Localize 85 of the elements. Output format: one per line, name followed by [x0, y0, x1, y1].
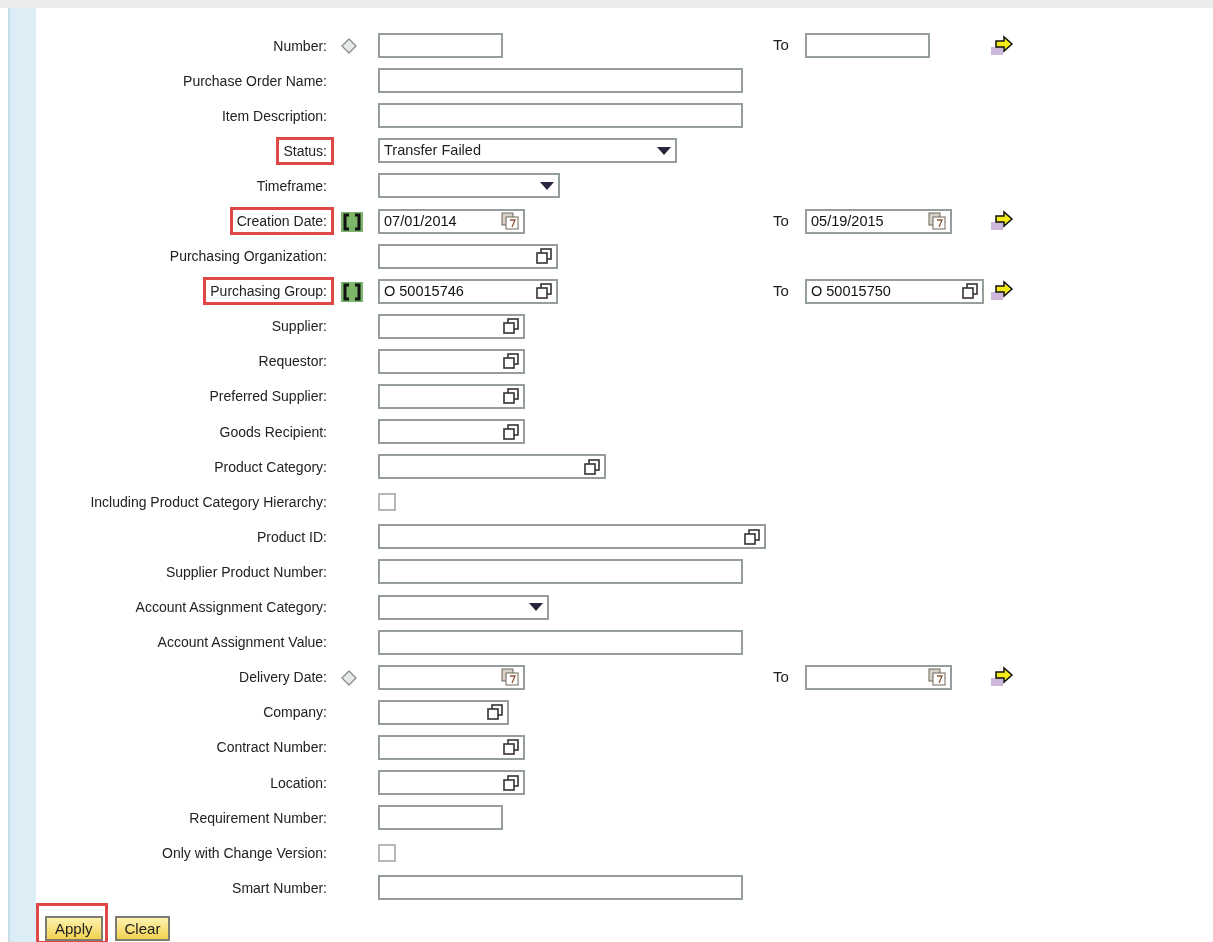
field-label: Requestor: [257, 352, 328, 372]
input-field[interactable] [378, 875, 743, 901]
action-button[interactable]: Clear [114, 916, 171, 942]
value-help-icon[interactable] [744, 528, 760, 545]
interval-icon[interactable] [341, 281, 363, 302]
value-help-icon[interactable] [536, 248, 552, 265]
lookup-field[interactable] [378, 243, 558, 269]
field-label: Account Assignment Category: [134, 598, 328, 618]
interval-icon[interactable] [341, 211, 363, 232]
to-label: To [773, 667, 790, 687]
lookup-field[interactable] [378, 419, 525, 445]
arrow-icon[interactable] [991, 666, 1015, 689]
value-help-icon[interactable] [584, 458, 600, 475]
lookup-field[interactable] [378, 313, 525, 339]
to-label: To [773, 35, 790, 56]
field-label: Product Category: [213, 457, 328, 477]
field-label: Purchasing Organization: [168, 247, 328, 267]
field-label: Item Description: [220, 106, 328, 126]
field-label: Creation Date: [229, 207, 334, 235]
value-help-icon[interactable] [503, 739, 519, 756]
value-help-icon[interactable] [503, 774, 519, 791]
value-help-icon[interactable] [962, 283, 978, 300]
lookup-field[interactable] [378, 770, 525, 795]
field-label: Location: [269, 773, 328, 793]
diamond-icon[interactable] [341, 670, 357, 687]
field-label: Smart Number: [231, 878, 328, 898]
input-field[interactable] [378, 103, 743, 129]
caret-icon[interactable] [529, 603, 543, 612]
field-label: Including Product Category Hierarchy: [89, 492, 328, 512]
to-label: To [773, 280, 790, 301]
field-label: Preferred Supplier: [208, 387, 328, 407]
field-label: Requirement Number: [188, 808, 328, 828]
value-help-icon[interactable] [503, 388, 519, 405]
input-field[interactable] [378, 559, 743, 585]
field-label: Contract Number: [215, 738, 328, 758]
field-label: Supplier Product Number: [164, 562, 328, 582]
value-help-icon[interactable] [536, 283, 552, 300]
field-label: Number: [272, 36, 328, 56]
date-field[interactable] [805, 664, 952, 690]
input-field[interactable] [378, 33, 503, 59]
calendar-icon[interactable] [501, 212, 519, 230]
checkbox[interactable] [378, 492, 396, 511]
lookup-field[interactable] [378, 454, 606, 480]
to-label: To [773, 210, 790, 231]
caret-icon[interactable] [657, 146, 671, 155]
calendar-icon[interactable] [928, 212, 946, 230]
caret-icon[interactable] [540, 181, 554, 190]
field-label: Supplier: [270, 317, 328, 337]
lookup-field[interactable] [378, 524, 766, 550]
lookup-field[interactable] [378, 699, 509, 725]
input-field[interactable] [378, 805, 503, 831]
lookup-field[interactable] [378, 734, 525, 760]
field-label: Timeframe: [255, 176, 328, 196]
arrow-icon[interactable] [991, 210, 1015, 232]
field-label: Goods Recipient: [218, 422, 328, 442]
input-field[interactable] [378, 68, 743, 94]
arrow-icon[interactable] [991, 34, 1015, 57]
field-label: Status: [276, 136, 334, 165]
input-field[interactable] [805, 33, 930, 59]
field-label: Purchase Order Name: [182, 71, 328, 91]
field-label: Delivery Date: [238, 668, 328, 688]
date-field[interactable] [378, 664, 525, 690]
field-label: Account Assignment Value: [156, 633, 328, 653]
field-label: Purchasing Group: [203, 277, 334, 306]
date-field[interactable]: 05/19/2015 [805, 208, 952, 234]
lookup-field[interactable] [378, 348, 525, 374]
action-button[interactable]: Apply [45, 916, 103, 942]
checkbox[interactable] [378, 843, 396, 862]
dropdown[interactable]: Transfer Failed [378, 138, 677, 164]
value-help-icon[interactable] [503, 318, 519, 335]
date-field[interactable]: 07/01/2014 [378, 208, 525, 234]
field-label: Product ID: [255, 527, 328, 547]
arrow-icon[interactable] [991, 280, 1015, 303]
calendar-icon[interactable] [928, 668, 946, 687]
field-label: Only with Change Version: [161, 843, 328, 863]
input-field[interactable] [378, 629, 743, 655]
field-label: Company: [262, 703, 328, 723]
value-help-icon[interactable] [503, 353, 519, 370]
lookup-field[interactable] [378, 384, 525, 409]
diamond-icon[interactable] [341, 38, 357, 55]
value-help-icon[interactable] [503, 423, 519, 440]
value-help-icon[interactable] [487, 704, 503, 721]
calendar-icon[interactable] [501, 668, 519, 687]
lookup-field[interactable]: O 50015750 [805, 278, 984, 304]
lookup-field[interactable]: O 50015746 [378, 278, 558, 304]
